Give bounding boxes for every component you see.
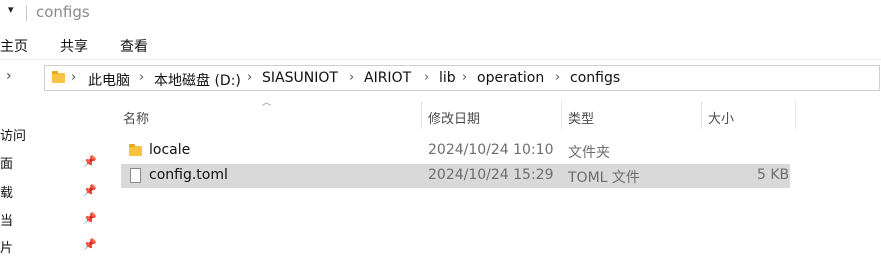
- file-type: 文件夹: [568, 145, 610, 161]
- column-divider[interactable]: [421, 101, 422, 129]
- pin-icon[interactable]: 📌: [83, 212, 97, 225]
- title-divider: [26, 5, 27, 21]
- chevron-right-icon[interactable]: ›: [349, 70, 354, 85]
- chevron-right-icon[interactable]: ›: [462, 70, 467, 85]
- breadcrumb-operation[interactable]: operation: [477, 70, 544, 86]
- file-size: 5 KB: [757, 167, 790, 183]
- tab-share[interactable]: 共享: [60, 36, 88, 56]
- sidebar-item-desktop[interactable]: 面: [0, 153, 13, 172]
- file-icon: [130, 168, 141, 183]
- column-header-modified[interactable]: 修改日期: [428, 108, 480, 127]
- pin-icon[interactable]: 📌: [83, 155, 97, 168]
- up-chevron-icon[interactable]: ›: [6, 68, 12, 84]
- breadcrumb-lib[interactable]: lib: [439, 70, 456, 86]
- pin-icon[interactable]: 📌: [83, 238, 97, 251]
- title-bar: [0, 0, 881, 28]
- column-header-type[interactable]: 类型: [568, 108, 594, 127]
- sidebar-item-documents[interactable]: 当: [0, 210, 13, 229]
- column-divider[interactable]: [701, 101, 702, 129]
- folder-icon: [52, 71, 65, 83]
- chevron-right-icon[interactable]: ›: [139, 70, 144, 85]
- ribbon-divider: [0, 59, 881, 60]
- quick-access-dropdown-icon[interactable]: ▾: [8, 3, 14, 16]
- file-modified: 2024/10/24 10:10: [428, 142, 554, 158]
- column-header-name[interactable]: 名称: [123, 108, 149, 127]
- sidebar-item-pictures[interactable]: 片: [0, 237, 13, 256]
- column-header-size[interactable]: 大小: [708, 108, 734, 127]
- sort-ascending-icon: ︿: [262, 98, 272, 108]
- window-title: configs: [36, 3, 90, 21]
- breadcrumb-local-disk[interactable]: 本地磁盘 (D:): [154, 70, 241, 90]
- column-divider[interactable]: [561, 101, 562, 129]
- chevron-right-icon[interactable]: ›: [247, 70, 252, 85]
- tab-home[interactable]: 主页: [0, 36, 28, 56]
- breadcrumb-airiot[interactable]: AIRIOT: [364, 70, 411, 86]
- pin-icon[interactable]: 📌: [83, 184, 97, 197]
- file-name[interactable]: config.toml: [149, 167, 228, 183]
- file-type: TOML 文件: [568, 170, 640, 186]
- file-name[interactable]: locale: [149, 142, 190, 158]
- sidebar-item-quick-access[interactable]: 访问: [0, 125, 26, 144]
- column-divider[interactable]: [795, 101, 796, 129]
- tab-view[interactable]: 查看: [120, 36, 148, 56]
- breadcrumb-configs[interactable]: configs: [570, 70, 620, 86]
- chevron-right-icon[interactable]: ›: [424, 70, 429, 85]
- breadcrumb-siasuniot[interactable]: SIASUNIOT: [262, 70, 338, 86]
- chevron-right-icon[interactable]: ›: [555, 70, 560, 85]
- file-modified: 2024/10/24 15:29: [428, 167, 554, 183]
- chevron-right-icon[interactable]: ›: [71, 70, 76, 85]
- breadcrumb-this-pc[interactable]: 此电脑: [88, 70, 130, 90]
- sidebar-item-downloads[interactable]: 载: [0, 182, 13, 201]
- folder-icon: [129, 144, 142, 156]
